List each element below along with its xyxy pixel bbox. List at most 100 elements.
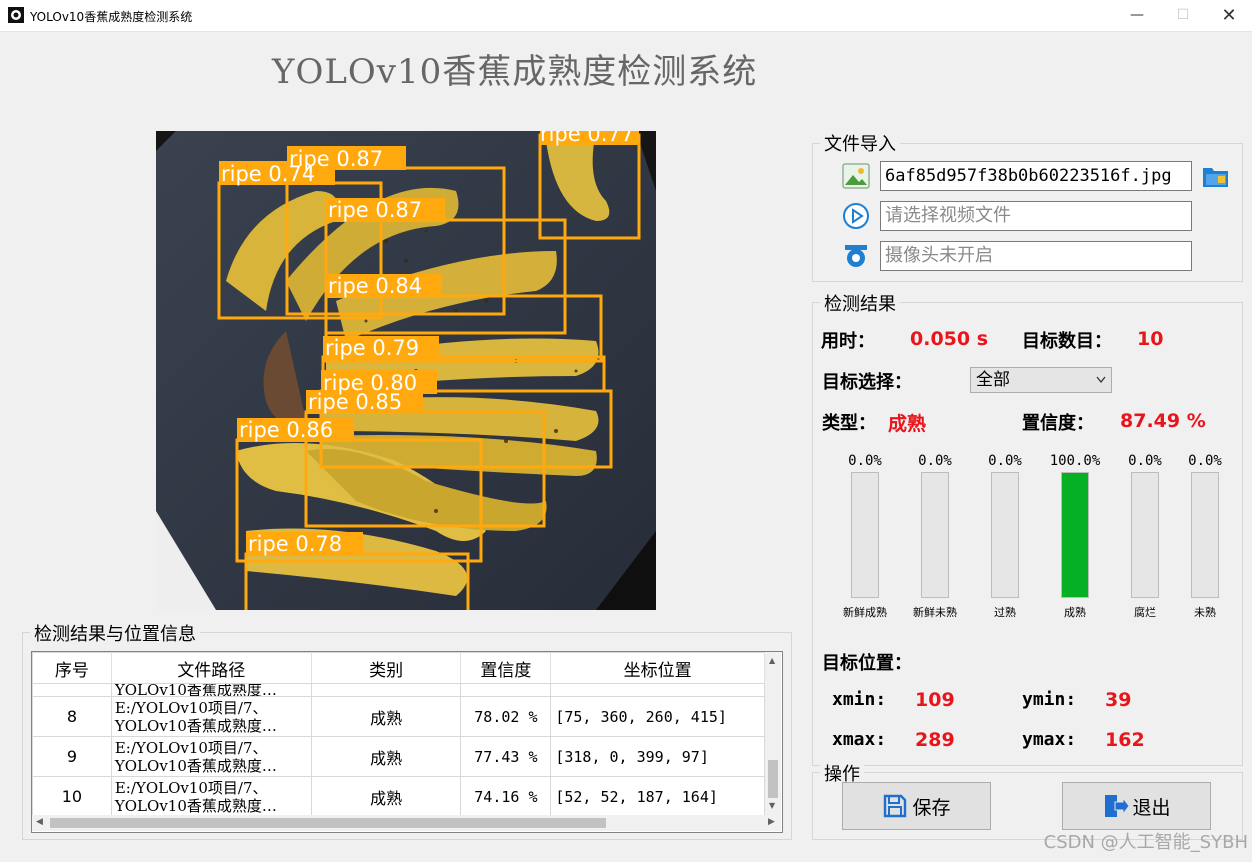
xmin-value: 109 bbox=[915, 689, 955, 711]
target-count-value: 10 bbox=[1137, 328, 1164, 350]
det-label: ripe 0.77 bbox=[540, 131, 634, 146]
progress-bar bbox=[991, 472, 1019, 598]
column-header[interactable]: 类别 bbox=[310, 652, 462, 684]
table-row[interactable]: 8 E:/YOLOv10项目/7、 YOLOv10香蕉成熟度… 成熟 78.02 … bbox=[32, 696, 765, 737]
folder-open-icon[interactable] bbox=[1201, 162, 1231, 190]
bar-label: 新鲜成熟 bbox=[843, 606, 887, 619]
ymin-value: 39 bbox=[1105, 689, 1132, 711]
cell-confidence: 77.43 % bbox=[460, 736, 552, 777]
det-label: ripe 0.79 bbox=[325, 336, 419, 360]
app-icon bbox=[8, 7, 24, 23]
detection-image: ripe 0.77 ripe 0.87 ripe 0.74 ripe 0.87 … bbox=[156, 131, 656, 610]
bar-label: 成熟 bbox=[1064, 606, 1086, 619]
ymax-label: ymax: bbox=[1022, 729, 1077, 750]
cell-path: YOLOv10香蕉成熟度… bbox=[114, 756, 277, 775]
video-play-icon[interactable] bbox=[842, 202, 870, 230]
cell-index: 10 bbox=[32, 776, 112, 817]
watermark: CSDN @人工智能_SYBH bbox=[1043, 832, 1248, 853]
confidence-value: 87.49 % bbox=[1120, 410, 1206, 432]
ymin-label: ymin: bbox=[1022, 689, 1077, 710]
progress-bar bbox=[1061, 472, 1089, 598]
image-file-field[interactable]: 6af85d957f38b0b60223516f.jpg bbox=[880, 161, 1192, 191]
table-group-title: 检测结果与位置信息 bbox=[30, 620, 200, 646]
cell-category: 成熟 bbox=[310, 736, 462, 777]
target-position-label: 目标位置： bbox=[822, 653, 912, 674]
cell-index: 9 bbox=[32, 736, 112, 777]
detection-results-title: 检测结果 bbox=[820, 290, 900, 316]
save-button[interactable]: 保存 bbox=[842, 782, 991, 830]
scroll-left-icon[interactable]: ◀ bbox=[36, 817, 43, 827]
target-count-label: 目标数目： bbox=[1022, 331, 1112, 352]
time-value: 0.050 s bbox=[910, 328, 989, 350]
cell-coords: [75, 360, 260, 415] bbox=[550, 696, 765, 737]
type-value: 成熟 bbox=[888, 413, 927, 435]
cell-path: YOLOv10香蕉成熟度… bbox=[114, 684, 277, 696]
cell-confidence: 78.02 % bbox=[460, 696, 552, 737]
xmax-value: 289 bbox=[915, 729, 955, 751]
cell-path: E:/YOLOv10项目/7、 bbox=[114, 698, 268, 717]
results-table[interactable]: 序号 文件路径 类别 置信度 坐标位置 YOLOv10香蕉成熟度… 8 E:/Y… bbox=[31, 651, 783, 833]
scroll-right-icon[interactable]: ▶ bbox=[768, 817, 775, 827]
maximize-button[interactable]: ☐ bbox=[1160, 0, 1206, 31]
cell-path: E:/YOLOv10项目/7、 bbox=[114, 778, 268, 797]
bar-label: 过熟 bbox=[994, 606, 1016, 619]
bar-label: 新鲜未熟 bbox=[913, 606, 957, 619]
exit-button[interactable]: 退出 bbox=[1062, 782, 1211, 830]
vertical-scrollbar[interactable]: ▲ ▼ bbox=[765, 652, 781, 815]
scroll-down-icon[interactable]: ▼ bbox=[769, 801, 775, 810]
det-label: ripe 0.85 bbox=[308, 390, 402, 414]
xmin-label: xmin: bbox=[832, 689, 887, 710]
bar-percent: 0.0% bbox=[1188, 453, 1222, 469]
cell-path: YOLOv10香蕉成熟度… bbox=[114, 716, 277, 735]
xmax-label: xmax: bbox=[832, 729, 887, 750]
progress-bar bbox=[921, 472, 949, 598]
horizontal-scrollbar[interactable]: ◀ ▶ bbox=[32, 815, 781, 831]
table-row[interactable]: 9 E:/YOLOv10项目/7、 YOLOv10香蕉成熟度… 成熟 77.43 … bbox=[32, 736, 765, 777]
horizontal-scroll-thumb[interactable] bbox=[50, 818, 606, 828]
bar-percent: 0.0% bbox=[848, 453, 882, 469]
type-label: 类型： bbox=[822, 413, 876, 434]
progress-bar bbox=[1131, 472, 1159, 598]
time-label: 用时： bbox=[821, 331, 875, 352]
camera-field[interactable]: 摄像头未开启 bbox=[880, 241, 1192, 271]
vertical-scroll-thumb[interactable] bbox=[768, 760, 778, 798]
cell-coords: [52, 52, 187, 164] bbox=[550, 776, 765, 817]
table-row[interactable]: 10 E:/YOLOv10项目/7、 YOLOv10香蕉成熟度… 成熟 74.16… bbox=[32, 776, 765, 817]
cell-confidence: 74.16 % bbox=[460, 776, 552, 817]
column-header[interactable]: 序号 bbox=[32, 652, 112, 684]
cell-category: 成熟 bbox=[310, 696, 462, 737]
minimize-button[interactable]: — bbox=[1114, 0, 1160, 31]
chevron-down-icon bbox=[1096, 376, 1106, 384]
progress-bar bbox=[1191, 472, 1219, 598]
column-header[interactable]: 置信度 bbox=[460, 652, 552, 684]
bar-percent: 0.0% bbox=[988, 453, 1022, 469]
bar-percent: 0.0% bbox=[918, 453, 952, 469]
detection-image-canvas: ripe 0.77 ripe 0.87 ripe 0.74 ripe 0.87 … bbox=[156, 131, 656, 610]
cell-path: E:/YOLOv10项目/7、 bbox=[114, 738, 268, 757]
cell-path: YOLOv10香蕉成熟度… bbox=[114, 796, 277, 815]
save-icon bbox=[884, 794, 907, 818]
progress-bar-fill bbox=[1062, 473, 1088, 597]
exit-icon bbox=[1105, 795, 1131, 817]
close-button[interactable]: ✕ bbox=[1206, 0, 1252, 31]
bar-label: 腐烂 bbox=[1134, 606, 1156, 619]
results-table-grid: 序号 文件路径 类别 置信度 坐标位置 YOLOv10香蕉成熟度… 8 E:/Y… bbox=[32, 652, 765, 817]
det-label: ripe 0.74 bbox=[221, 162, 315, 186]
column-header[interactable]: 文件路径 bbox=[110, 652, 312, 684]
cell-category: 成熟 bbox=[310, 776, 462, 817]
camera-icon[interactable] bbox=[842, 242, 870, 270]
target-select-dropdown[interactable]: 全部 bbox=[970, 367, 1112, 393]
video-file-field[interactable]: 请选择视频文件 bbox=[880, 201, 1192, 231]
cell-index: 8 bbox=[32, 696, 112, 737]
scroll-up-icon[interactable]: ▲ bbox=[769, 656, 775, 665]
exit-button-label: 退出 bbox=[1132, 796, 1171, 819]
det-label: ripe 0.78 bbox=[248, 532, 342, 556]
image-file-icon[interactable] bbox=[842, 163, 870, 189]
target-select-value: 全部 bbox=[976, 370, 1010, 390]
window-titlebar[interactable]: YOLOv10香蕉成熟度检测系统 — ☐ ✕ bbox=[0, 0, 1252, 32]
column-header[interactable]: 坐标位置 bbox=[550, 652, 765, 684]
table-row[interactable]: YOLOv10香蕉成熟度… bbox=[32, 683, 765, 697]
progress-bar bbox=[851, 472, 879, 598]
target-select-label: 目标选择： bbox=[822, 372, 912, 393]
det-label: ripe 0.86 bbox=[239, 418, 333, 442]
